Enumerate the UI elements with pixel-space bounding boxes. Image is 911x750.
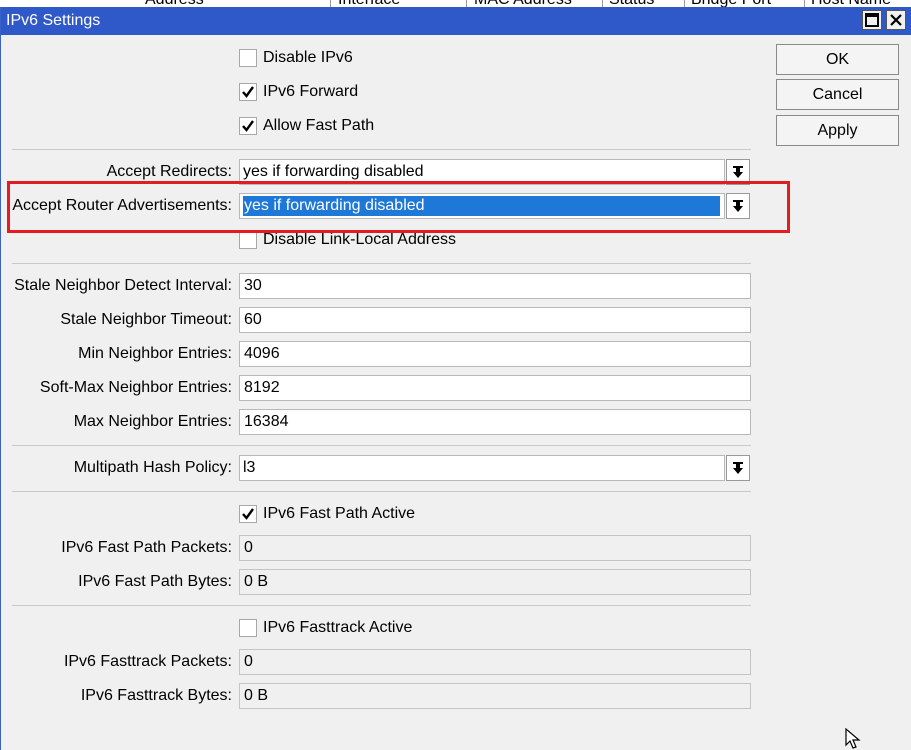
allow-fast-path-label: Allow Fast Path: [263, 117, 375, 134]
disable-link-local-checkbox[interactable]: [239, 231, 257, 249]
disable-ipv6-label: Disable IPv6: [263, 49, 353, 66]
multipath-hash-policy-dropdown-button[interactable]: [726, 455, 750, 481]
section-divider: [12, 445, 751, 446]
title-bar[interactable]: IPv6 Settings: [1, 7, 911, 35]
section-divider: [12, 605, 751, 606]
ipv6-fasttrack-active-checkbox: [239, 619, 257, 637]
multipath-hash-policy-label: Multipath Hash Policy:: [73, 459, 232, 476]
min-neighbor-entries-label: Min Neighbor Entries:: [78, 345, 232, 362]
ipv6-fasttrack-active-label: IPv6 Fasttrack Active: [263, 619, 413, 636]
ipv6-fasttrack-bytes-label: IPv6 Fasttrack Bytes:: [80, 687, 232, 704]
stale-neighbor-detect-interval-label: Stale Neighbor Detect Interval:: [14, 277, 232, 294]
ipv6-forward-label: IPv6 Forward: [263, 83, 359, 100]
disable-link-local-label: Disable Link-Local Address: [263, 231, 456, 248]
ipv6-settings-dialog: IPv6 Settings OK Cancel Apply Disable IP…: [0, 7, 911, 750]
close-button[interactable]: [886, 10, 906, 30]
close-icon: [890, 14, 902, 26]
ipv6-forward-checkbox[interactable]: [239, 83, 257, 101]
maximize-button[interactable]: [862, 10, 882, 30]
ok-button[interactable]: OK: [776, 44, 899, 75]
window-title: IPv6 Settings: [6, 12, 101, 29]
min-neighbor-entries-input[interactable]: 4096: [239, 341, 751, 367]
cancel-button[interactable]: Cancel: [776, 79, 899, 110]
max-neighbor-entries-input[interactable]: 16384: [239, 409, 751, 435]
ipv6-fast-path-packets-label: IPv6 Fast Path Packets:: [61, 539, 232, 556]
ipv6-fasttrack-bytes-value: 0 B: [239, 683, 751, 709]
ipv6-fast-path-bytes-label: IPv6 Fast Path Bytes:: [78, 573, 232, 590]
checkmark-icon: [242, 508, 254, 520]
ipv6-fasttrack-packets-value: 0: [239, 649, 751, 675]
checkmark-icon: [242, 120, 254, 132]
dropdown-arrow-icon: [733, 166, 743, 178]
dropdown-arrow-icon: [733, 462, 743, 474]
ipv6-fast-path-active-checkbox: [239, 505, 257, 523]
ipv6-fast-path-bytes-value: 0 B: [239, 569, 751, 595]
ipv6-fasttrack-packets-label: IPv6 Fasttrack Packets:: [63, 653, 232, 670]
section-divider: [12, 263, 751, 264]
disable-ipv6-checkbox[interactable]: [239, 49, 257, 67]
max-neighbor-entries-label: Max Neighbor Entries:: [73, 413, 232, 430]
soft-max-neighbor-entries-input[interactable]: 8192: [239, 375, 751, 401]
stale-neighbor-timeout-input[interactable]: 60: [239, 307, 751, 333]
soft-max-neighbor-entries-label: Soft-Max Neighbor Entries:: [39, 379, 232, 396]
checkmark-icon: [242, 86, 254, 98]
section-divider: [12, 491, 751, 492]
allow-fast-path-checkbox[interactable]: [239, 117, 257, 135]
mouse-pointer-icon: [845, 728, 861, 749]
stale-neighbor-detect-interval-input[interactable]: 30: [239, 273, 751, 299]
section-divider: [12, 149, 751, 150]
ipv6-fast-path-active-label: IPv6 Fast Path Active: [263, 505, 416, 522]
multipath-hash-policy-select[interactable]: l3: [239, 455, 725, 481]
apply-button[interactable]: Apply: [776, 115, 899, 146]
accept-redirects-label: Accept Redirects:: [106, 163, 232, 180]
annotation-highlight-box: [7, 181, 790, 233]
ipv6-fast-path-packets-value: 0: [239, 535, 751, 561]
maximize-icon: [865, 13, 879, 27]
stale-neighbor-timeout-label: Stale Neighbor Timeout:: [60, 311, 232, 328]
